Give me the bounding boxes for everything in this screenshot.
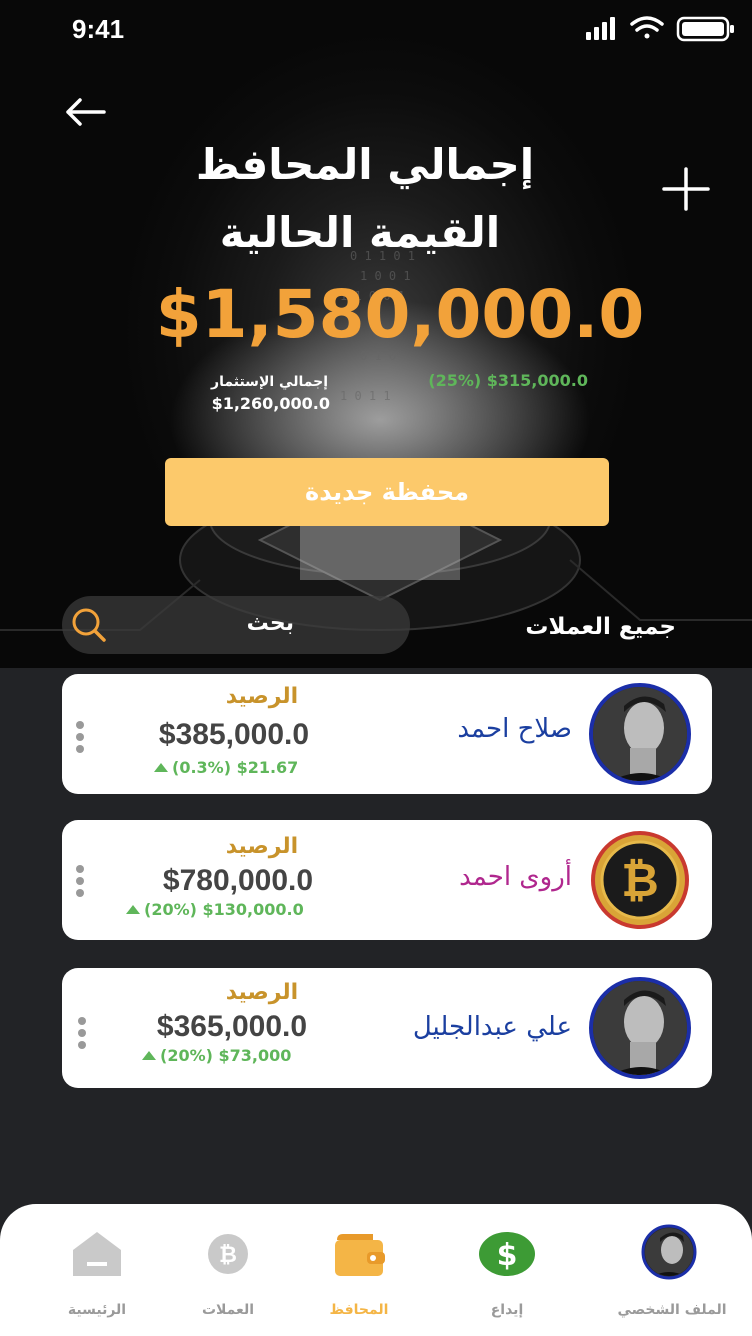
back-arrow-icon[interactable] <box>64 96 106 128</box>
balance-value: $365,000.0 <box>156 1010 308 1043</box>
nav-profile-label: الملف الشخصي <box>617 1302 727 1318</box>
up-arrow-icon <box>142 1051 156 1060</box>
cellular-signal-icon <box>586 17 615 40</box>
nav-home[interactable]: الرئيسية <box>32 1222 162 1322</box>
nav-deposit[interactable]: $ إيداع <box>442 1222 572 1322</box>
search-input[interactable]: بحث <box>62 596 410 654</box>
svg-text:₿: ₿ <box>621 853 659 907</box>
search-placeholder: بحث <box>246 611 294 636</box>
svg-text:₿: ₿ <box>219 1243 237 1268</box>
nav-coins[interactable]: ₿ العملات <box>163 1222 293 1322</box>
balance-change-text: (20%) $73,000 <box>160 1046 292 1065</box>
investment-label: إجمالي الإستثمار <box>211 374 328 390</box>
more-options-icon[interactable] <box>74 864 86 898</box>
wallet-card[interactable]: الرصيد $365,000.0 (20%) $73,000 علي عبدا… <box>62 968 712 1088</box>
profit-value: (25%) $315,000.0 <box>428 371 588 390</box>
dollar-icon: $ <box>479 1232 535 1276</box>
bottom-navigation: الرئيسية ₿ العملات المحافظ $ إيداع الملف… <box>0 1204 752 1336</box>
wallet-owner-name: علي عبدالجليل <box>412 1012 572 1042</box>
status-bar: 9:41 <box>0 0 752 60</box>
total-portfolio-value: $1,580,000.0 <box>155 276 645 353</box>
coin-icon: ₿ <box>208 1234 248 1274</box>
status-icons <box>586 16 734 42</box>
nav-wallets[interactable]: المحافظ <box>294 1222 424 1322</box>
balance-label: الرصيد <box>225 980 299 1005</box>
up-arrow-icon <box>154 763 168 772</box>
wifi-icon <box>630 16 664 39</box>
balance-label: الرصيد <box>225 834 299 859</box>
wallet-icon <box>335 1234 385 1276</box>
nav-wallets-label: المحافظ <box>329 1302 389 1318</box>
balance-change: (20%) $130,000.0 <box>126 900 304 919</box>
more-options-icon[interactable] <box>74 720 86 754</box>
battery-icon <box>676 16 734 42</box>
bitcoin-coin-avatar: ₿ <box>591 831 689 929</box>
wallet-owner-name: أروى احمد <box>459 862 572 892</box>
all-coins-filter[interactable]: جميع العملات <box>476 614 676 640</box>
portfolio-hero: 0 1 1 0 1 1 0 0 1 1 1 0 0 1 0 1 0 1 0 1 … <box>0 0 752 668</box>
svg-text:1 0 1 1: 1 0 1 1 <box>340 389 391 403</box>
wallet-owner-name: صلاح احمد <box>457 714 572 744</box>
balance-value: $780,000.0 <box>162 864 314 897</box>
add-wallet-icon[interactable] <box>660 166 712 212</box>
up-arrow-icon <box>126 905 140 914</box>
status-time: 9:41 <box>72 14 125 44</box>
home-icon <box>73 1232 121 1276</box>
nav-profile[interactable]: الملف الشخصي <box>602 1222 742 1322</box>
wallet-card[interactable]: الرصيد $385,000.0 (0.3%) $21.67 صلاح احم… <box>62 674 712 794</box>
page-title: إجمالي المحافظ <box>195 140 535 189</box>
balance-label: الرصيد <box>225 684 299 709</box>
profile-avatar-icon <box>641 1224 697 1280</box>
nav-home-label: الرئيسية <box>67 1302 127 1318</box>
balance-value: $385,000.0 <box>158 718 310 751</box>
person-avatar <box>589 683 691 785</box>
wallet-card[interactable]: الرصيد $780,000.0 (20%) $130,000.0 أروى … <box>62 820 712 940</box>
svg-text:$: $ <box>497 1238 518 1273</box>
investment-value: $1,260,000.0 <box>211 394 330 413</box>
balance-change-text: (0.3%) $21.67 <box>172 758 299 777</box>
balance-change: (0.3%) $21.67 <box>154 758 298 777</box>
balance-change-text: (20%) $130,000.0 <box>144 900 304 919</box>
person-avatar <box>589 977 691 1079</box>
more-options-icon[interactable] <box>76 1016 88 1050</box>
page-subtitle: القيمة الحالية <box>219 208 501 257</box>
nav-coins-label: العملات <box>201 1302 255 1318</box>
balance-change: (20%) $73,000 <box>142 1046 291 1065</box>
search-icon <box>72 608 106 642</box>
nav-deposit-label: إيداع <box>490 1302 524 1318</box>
new-wallet-button[interactable]: محفظة جديدة <box>165 458 609 526</box>
